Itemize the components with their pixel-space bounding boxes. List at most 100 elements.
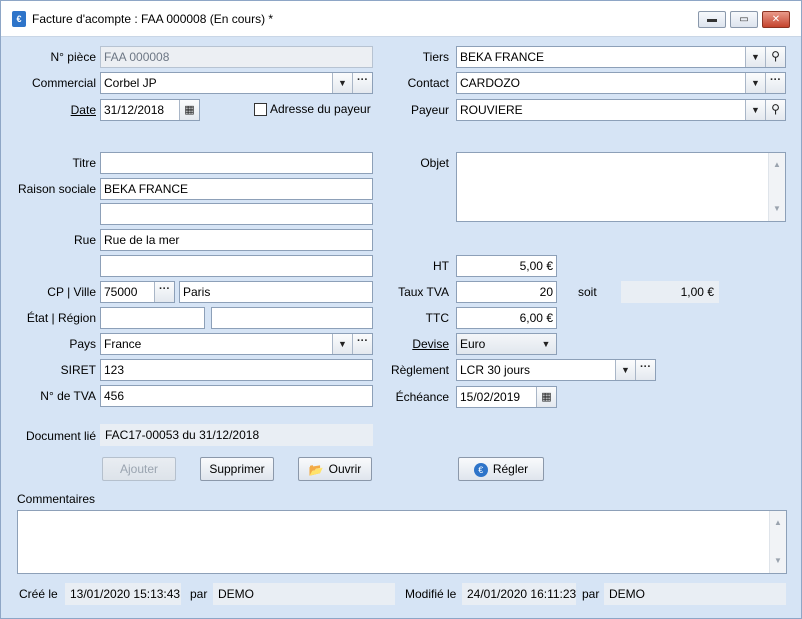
tiers-select[interactable]: BEKA FRANCE ▼ ⚲ <box>456 46 786 68</box>
echeance-label: Échéance <box>395 390 449 404</box>
tva-amount-value: 1,00 € <box>621 281 719 303</box>
reglement-dropdown-icon[interactable]: ▼ <box>615 360 635 380</box>
raison-sociale-label: Raison sociale <box>17 182 96 196</box>
payeur-label: Payeur <box>410 103 449 117</box>
taux-tva-field[interactable]: 20 <box>456 281 557 303</box>
ht-field[interactable]: 5,00 € <box>456 255 557 277</box>
reglement-select[interactable]: LCR 30 jours ▼ ··· <box>456 359 656 381</box>
calendar-icon[interactable]: ▦ <box>179 100 199 120</box>
payeur-value: ROUVIERE <box>460 103 523 117</box>
reglement-value: LCR 30 jours <box>460 363 531 377</box>
rue-field[interactable]: Rue de la mer <box>100 229 373 251</box>
invoice-icon: € <box>12 11 26 27</box>
commentaires-scrollbar[interactable]: ▲ ▼ <box>769 511 786 573</box>
regler-button[interactable]: € Régler <box>458 457 544 481</box>
document-lie-value: FAC17-00053 du 31/12/2018 <box>100 424 373 446</box>
ttc-field[interactable]: 6,00 € <box>456 307 557 329</box>
folder-icon: 📂 <box>308 462 324 477</box>
scroll-down-icon[interactable]: ▼ <box>770 551 786 571</box>
raison-sociale-line2-field[interactable] <box>100 203 373 225</box>
document-lie-label: Document lié <box>25 429 96 443</box>
titre-field[interactable] <box>100 152 373 174</box>
regler-label: Régler <box>492 462 529 476</box>
piece-number-field: FAA 000008 <box>100 46 373 68</box>
payment-icon: € <box>473 462 488 477</box>
modifie-par-label: par <box>582 587 600 601</box>
tiers-search-icon[interactable]: ⚲ <box>765 47 785 67</box>
siret-field[interactable]: 123 <box>100 359 373 381</box>
payeur-search-icon[interactable]: ⚲ <box>765 100 785 120</box>
tiers-dropdown-icon[interactable]: ▼ <box>745 47 765 67</box>
payeur-select[interactable]: ROUVIERE ▼ ⚲ <box>456 99 786 121</box>
devise-label: Devise <box>412 337 449 351</box>
supprimer-button[interactable]: Supprimer <box>200 457 274 481</box>
cree-le-value: 13/01/2020 15:13:43 <box>65 583 181 605</box>
tiers-value: BEKA FRANCE <box>460 50 545 64</box>
reglement-ellipsis-button[interactable]: ··· <box>635 360 655 380</box>
pays-select[interactable]: France ▼ ··· <box>100 333 373 355</box>
adresse-payeur-label: Adresse du payeur <box>270 102 371 116</box>
titre-label: Titre <box>72 156 96 170</box>
cree-le-label: Créé le <box>19 587 58 601</box>
contact-dropdown-icon[interactable]: ▼ <box>745 73 765 93</box>
commentaires-textarea[interactable]: ▲ ▼ <box>17 510 787 574</box>
title-bar: € Facture d'acompte : FAA 000008 (En cou… <box>1 1 801 37</box>
cree-par-value: DEMO <box>213 583 395 605</box>
date-label: Date <box>70 103 96 117</box>
ajouter-button[interactable]: Ajouter <box>102 457 176 481</box>
ttc-label: TTC <box>425 311 449 325</box>
cp-ville-label: CP | Ville <box>47 285 96 299</box>
scroll-down-icon[interactable]: ▼ <box>769 199 785 219</box>
scroll-up-icon[interactable]: ▲ <box>769 155 785 175</box>
scroll-up-icon[interactable]: ▲ <box>770 513 786 533</box>
pays-label: Pays <box>69 337 96 351</box>
modifie-par-value: DEMO <box>604 583 786 605</box>
piece-label: N° pièce <box>50 50 97 64</box>
pays-dropdown-icon[interactable]: ▼ <box>332 334 352 354</box>
raison-sociale-field[interactable]: BEKA FRANCE <box>100 178 373 200</box>
echeance-calendar-icon[interactable]: ▦ <box>536 387 556 407</box>
contact-label: Contact <box>407 76 449 90</box>
contact-ellipsis-button[interactable]: ··· <box>765 73 785 93</box>
ouvrir-button[interactable]: 📂 Ouvrir <box>298 457 372 481</box>
cp-field[interactable]: 75000 ··· <box>100 281 175 303</box>
devise-select[interactable]: Euro ▼ <box>456 333 557 355</box>
etat-region-label: État | Région <box>26 311 96 325</box>
contact-select[interactable]: CARDOZO ▼ ··· <box>456 72 786 94</box>
commentaires-label: Commentaires <box>17 492 96 506</box>
reglement-label: Règlement <box>390 363 449 377</box>
pays-value: France <box>104 337 142 351</box>
etat-field[interactable] <box>100 307 205 329</box>
adresse-payeur-checkbox[interactable] <box>254 103 267 116</box>
commercial-select[interactable]: Corbel JP ▼ ··· <box>100 72 373 94</box>
payeur-dropdown-icon[interactable]: ▼ <box>745 100 765 120</box>
commercial-dropdown-icon[interactable]: ▼ <box>332 73 352 93</box>
echeance-field[interactable]: 15/02/2019 ▦ <box>456 386 557 408</box>
date-field[interactable]: 31/12/2018 ▦ <box>100 99 200 121</box>
commercial-label: Commercial <box>31 76 96 90</box>
objet-textarea[interactable]: ▲ ▼ <box>456 152 786 222</box>
minimize-button[interactable]: ▬ <box>698 11 726 28</box>
devise-value: Euro <box>460 337 486 351</box>
siret-label: SIRET <box>60 363 96 377</box>
pays-ellipsis-button[interactable]: ··· <box>352 334 372 354</box>
echeance-value: 15/02/2019 <box>460 390 521 404</box>
commercial-ellipsis-button[interactable]: ··· <box>352 73 372 93</box>
objet-scrollbar[interactable]: ▲ ▼ <box>768 153 785 221</box>
region-field[interactable] <box>211 307 373 329</box>
ville-field[interactable]: Paris <box>179 281 373 303</box>
soit-label: soit <box>578 285 597 299</box>
tva-number-label: N° de TVA <box>40 389 96 403</box>
devise-dropdown-icon[interactable]: ▼ <box>536 334 556 354</box>
tva-number-field[interactable]: 456 <box>100 385 373 407</box>
invoice-window: € Facture d'acompte : FAA 000008 (En cou… <box>0 0 802 619</box>
restore-button[interactable]: ▭ <box>730 11 758 28</box>
modifie-le-label: Modifié le <box>405 587 457 601</box>
rue-label: Rue <box>73 233 96 247</box>
cp-ellipsis-button[interactable]: ··· <box>154 282 174 302</box>
rue-line2-field[interactable] <box>100 255 373 277</box>
close-button[interactable]: ✕ <box>762 11 790 28</box>
cree-par-label: par <box>190 587 208 601</box>
ouvrir-label: Ouvrir <box>328 462 362 476</box>
taux-tva-label: Taux TVA <box>398 285 449 299</box>
